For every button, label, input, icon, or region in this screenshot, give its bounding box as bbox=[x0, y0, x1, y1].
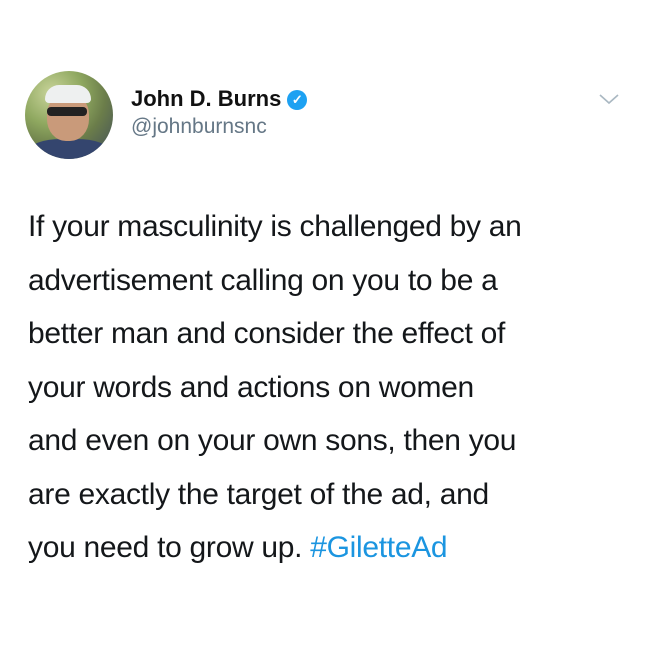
tweet-text: If your masculinity is challenged by an … bbox=[28, 200, 628, 575]
avatar-cap bbox=[45, 85, 91, 103]
chevron-down-icon[interactable] bbox=[598, 88, 620, 110]
author-handle[interactable]: @johnburnsnc bbox=[131, 115, 267, 139]
author-name[interactable]: John D. Burns bbox=[131, 86, 281, 111]
tweet-line: and even on your own sons, then you bbox=[28, 424, 517, 457]
author-name-row[interactable]: John D. Burns ✓ bbox=[131, 86, 308, 112]
hashtag-link[interactable]: #GiletteAd bbox=[310, 531, 447, 564]
tweet-line: better man and consider the effect of bbox=[28, 317, 505, 350]
verified-badge-icon: ✓ bbox=[287, 90, 308, 110]
tweet-line: are exactly the target of the ad, and bbox=[28, 477, 489, 511]
tweet-line: If your masculinity is challenged by an bbox=[28, 210, 522, 243]
tweet-line: advertisement calling on you to be a bbox=[28, 263, 498, 297]
tweet-line: your words and actions on women bbox=[28, 370, 474, 404]
tweet-last-line: you need to grow up. #GiletteAd bbox=[28, 521, 628, 575]
avatar-shirt bbox=[29, 139, 109, 159]
avatar-glasses bbox=[47, 107, 87, 116]
avatar[interactable] bbox=[25, 71, 113, 159]
tweet-line: you need to grow up. bbox=[28, 531, 311, 564]
